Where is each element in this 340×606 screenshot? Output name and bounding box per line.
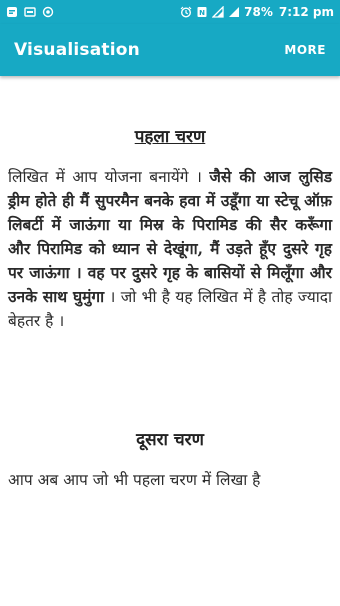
nfc-icon: N	[196, 6, 208, 18]
status-bar: N 78% 7:12 pm	[0, 0, 340, 24]
content-area[interactable]: पहला चरण लिखित में आप योजना बनायेंगे । ज…	[0, 76, 340, 606]
paragraph-bold-text: जैसे की आज लुसिड ड्रीम होते ही मैं सुपरम…	[8, 167, 332, 306]
svg-text:N: N	[199, 9, 205, 17]
first-step-paragraph: लिखित में आप योजना बनायेंगे । जैसे की आज…	[8, 165, 332, 333]
section-heading-first-step: पहला चरण	[134, 127, 206, 147]
notification-icon	[6, 6, 18, 18]
section-heading-second-step: दूसरा चरण	[136, 430, 204, 450]
app-title: Visualisation	[14, 40, 140, 60]
status-bar-right: N 78% 7:12 pm	[180, 5, 334, 19]
message-icon	[24, 6, 36, 18]
more-button[interactable]: MORE	[284, 43, 326, 57]
second-step-paragraph: आप अब आप जो भी पहला चरण में लिखा है	[8, 471, 261, 489]
paragraph-text: लिखित में आप योजना बनायेंगे ।	[8, 168, 210, 186]
circle-icon	[42, 6, 54, 18]
wifi-signal-icon	[228, 6, 240, 18]
clock: 7:12 pm	[278, 5, 334, 19]
app-bar: Visualisation MORE	[0, 24, 340, 76]
alarm-icon	[180, 6, 192, 18]
status-bar-left	[6, 6, 60, 18]
battery-level: 78%	[244, 5, 273, 19]
signal-icon	[212, 6, 224, 18]
